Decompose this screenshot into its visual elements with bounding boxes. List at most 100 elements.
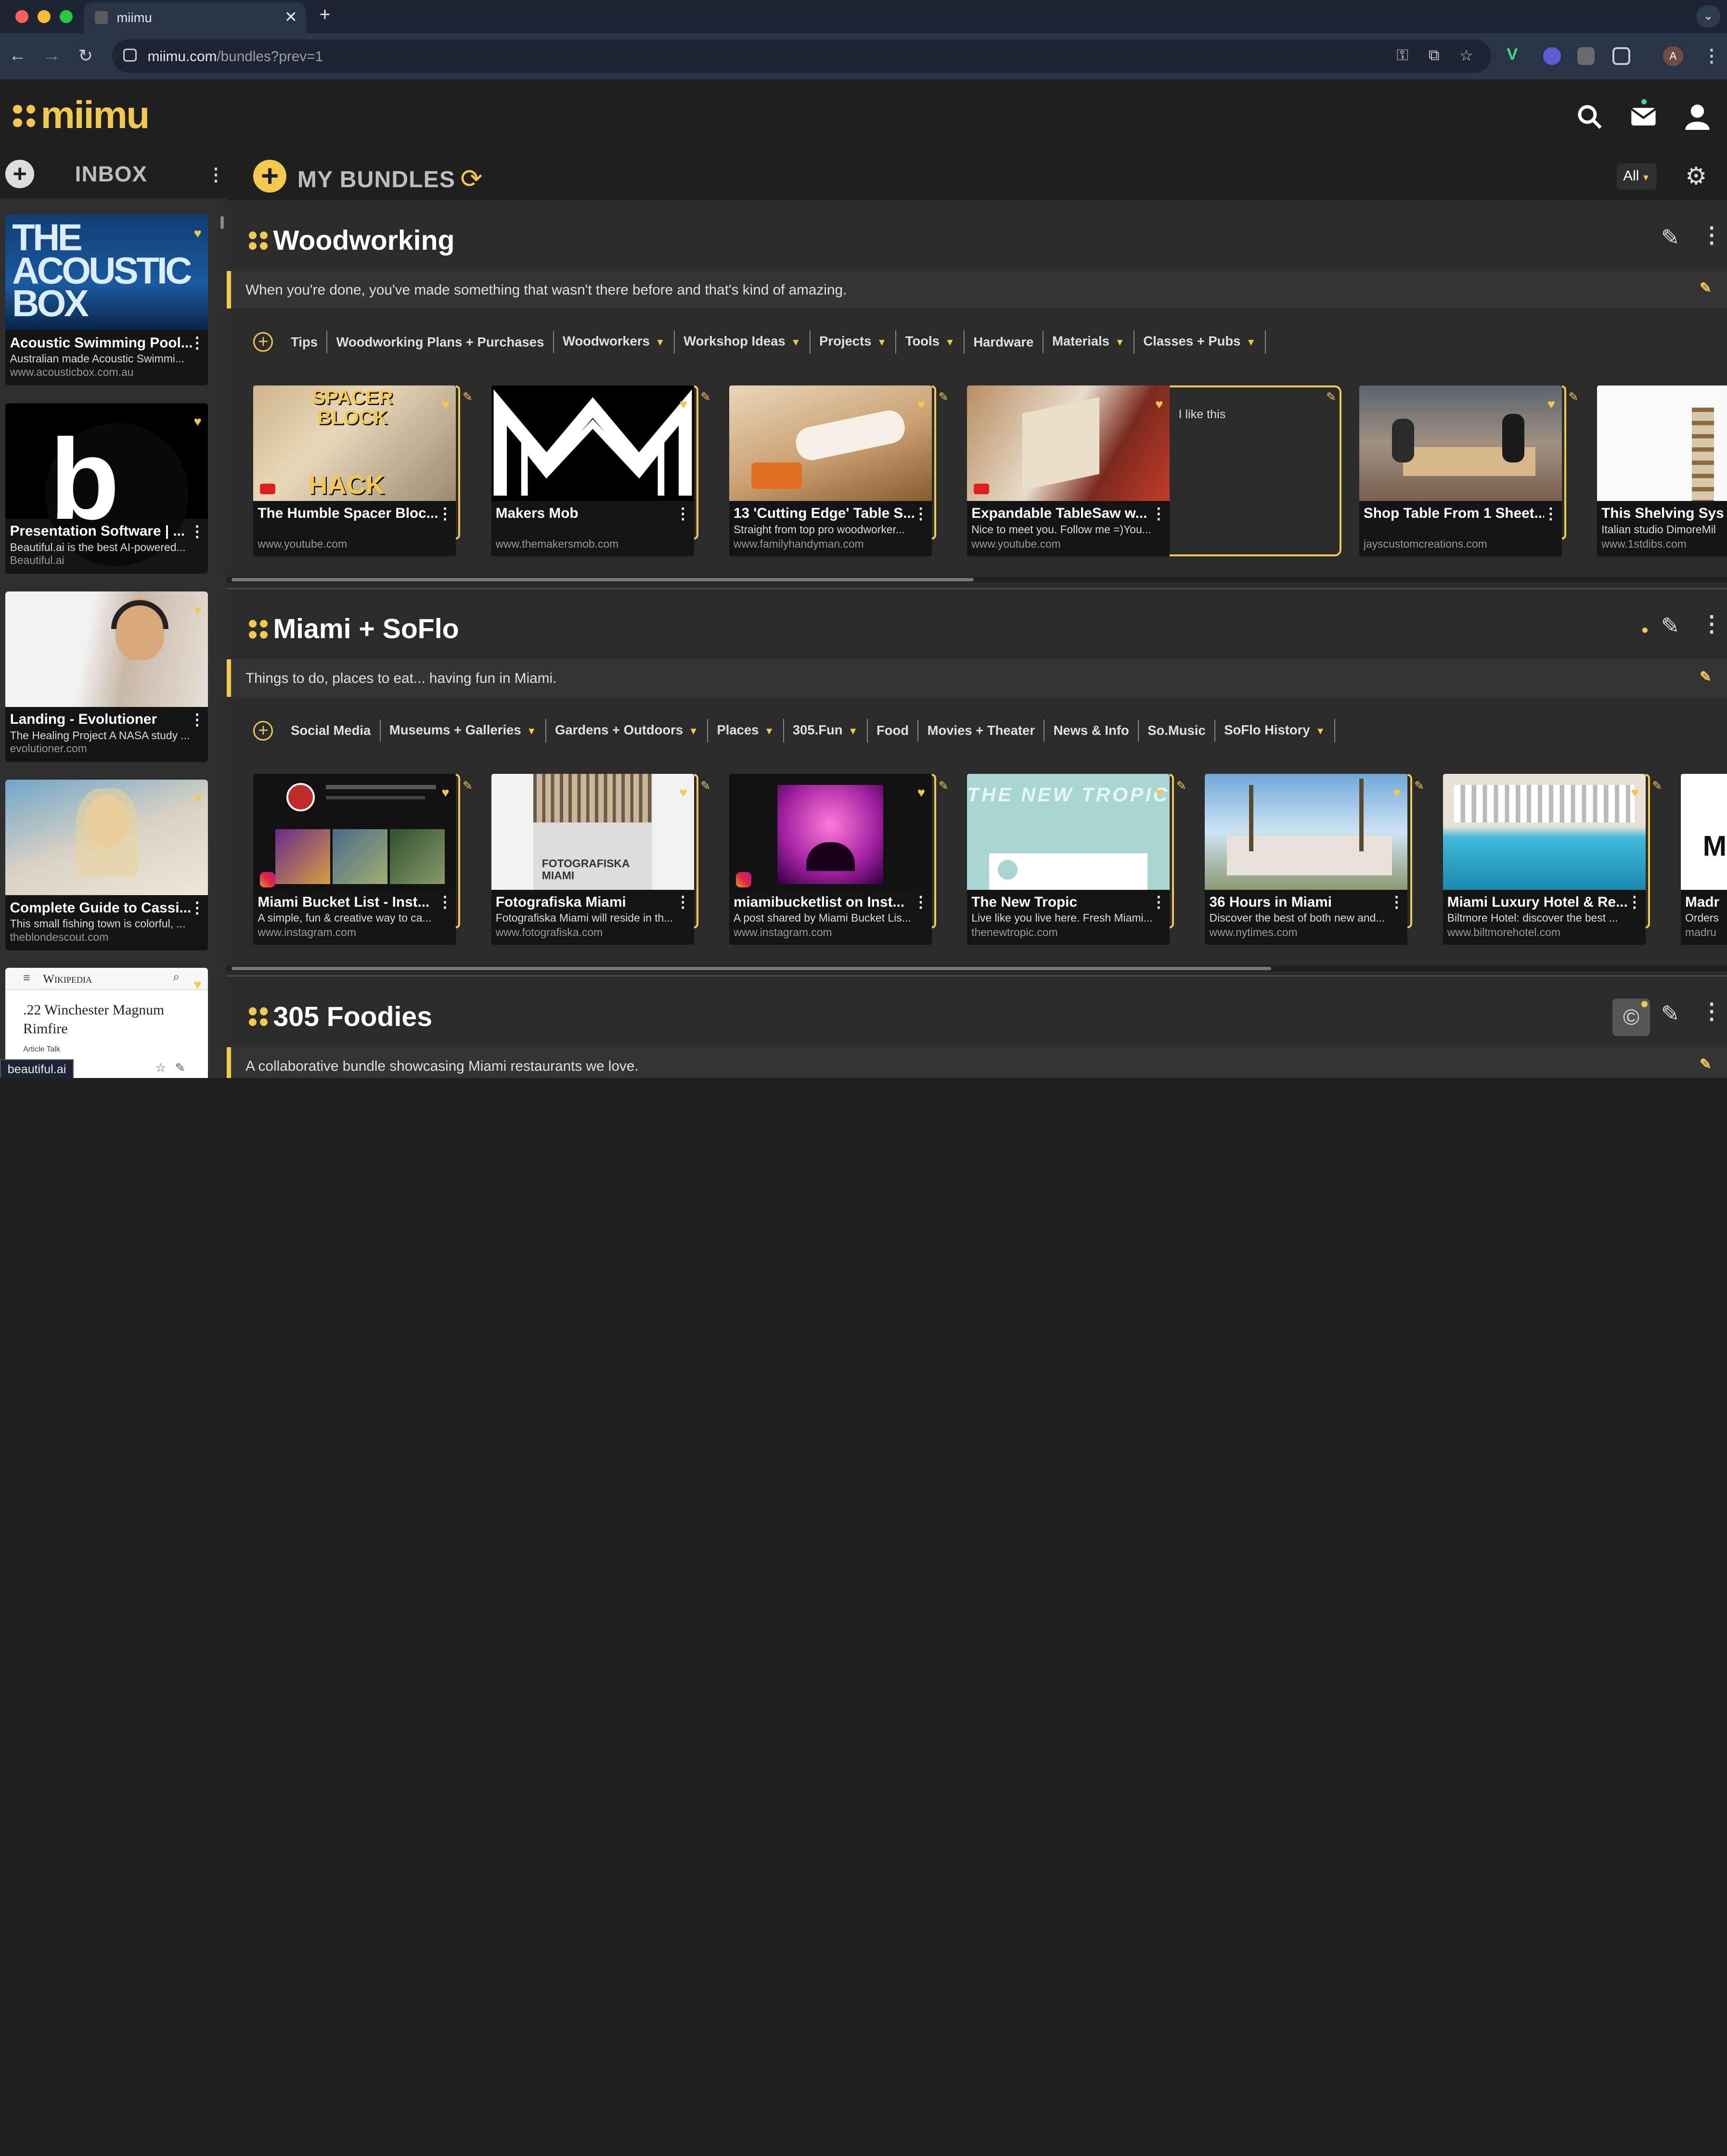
password-key-icon[interactable]: ⚿	[1397, 46, 1408, 64]
address-bar[interactable]: miimu.com/bundles?prev=1 ⚿ ⧉ ☆	[112, 39, 1492, 73]
category-tab[interactable]: Workshop Ideas ▼	[675, 330, 811, 354]
new-tab-button[interactable]: +	[320, 4, 331, 26]
bundle-drag-handle-icon[interactable]	[249, 231, 269, 251]
app-logo[interactable]: miimu	[13, 92, 150, 137]
favorite-heart-icon[interactable]: ♥	[1631, 785, 1639, 800]
card-strip-scrollbar[interactable]	[227, 577, 1727, 583]
browser-tab[interactable]: miimu ✕	[83, 2, 307, 33]
bundle-filter-select[interactable]: All ▼	[1617, 163, 1657, 190]
inbox-card[interactable]: b ♥ Presentation Software | ... Beautifu…	[5, 403, 208, 574]
favorite-heart-icon[interactable]: ♥	[441, 397, 449, 412]
edit-card-icon[interactable]: ✎	[1652, 779, 1662, 793]
edit-card-icon[interactable]: ✎	[939, 779, 949, 793]
edit-description-icon[interactable]: ✎	[1700, 280, 1712, 296]
favorite-heart-icon[interactable]: ♥	[1547, 397, 1555, 412]
search-icon[interactable]	[1576, 103, 1603, 130]
edit-pencil-icon[interactable]: ✎	[175, 1061, 185, 1075]
card-strip-scrollbar[interactable]	[227, 965, 1727, 971]
favorite-heart-icon[interactable]: ♥	[193, 791, 201, 806]
favorite-heart-icon[interactable]: ♥	[917, 397, 925, 412]
refresh-icon[interactable]: ⟳	[460, 163, 482, 194]
favorite-heart-icon[interactable]: ♥	[193, 226, 201, 241]
edit-card-icon[interactable]: ✎	[1176, 779, 1186, 793]
edit-card-icon[interactable]: ✎	[939, 390, 949, 404]
favorite-heart-icon[interactable]: ♥	[193, 603, 201, 618]
edit-bundle-icon[interactable]: ✎	[1661, 225, 1679, 250]
card-menu-icon[interactable]: ⋮	[190, 522, 205, 540]
dropdown-arrow-icon[interactable]: ▼	[655, 337, 665, 348]
bookmark-star-icon[interactable]: ☆	[1459, 46, 1473, 64]
favorite-heart-icon[interactable]: ♥	[1155, 785, 1163, 800]
category-tab[interactable]: Places ▼	[708, 719, 784, 743]
favorite-heart-icon[interactable]: ♥	[441, 785, 449, 800]
card-menu-icon[interactable]: ⋮	[1151, 504, 1166, 523]
edit-description-icon[interactable]: ✎	[1700, 668, 1712, 685]
category-tab[interactable]: Hardware	[965, 331, 1044, 353]
add-category-button[interactable]: +	[253, 332, 273, 352]
close-tab-icon[interactable]: ✕	[284, 8, 297, 26]
category-tab[interactable]: Gardens + Outdoors ▼	[546, 719, 709, 743]
card-menu-icon[interactable]: ⋮	[190, 334, 205, 352]
link-card[interactable]: This Shelving Sys Italian studio DimoreM…	[1597, 385, 1727, 556]
link-card[interactable]: FOTOGRAFISKA MIAMI ♥ Fotografiska Miami …	[491, 774, 694, 945]
dropdown-arrow-icon[interactable]: ▼	[877, 337, 887, 348]
close-window-button[interactable]	[15, 10, 29, 24]
card-menu-icon[interactable]: ⋮	[190, 898, 205, 917]
link-card[interactable]: M Madr Orders madru	[1680, 774, 1727, 945]
url-text[interactable]: miimu.com/bundles?prev=1	[148, 49, 323, 65]
link-card[interactable]: ♥ 13 'Cutting Edge' Table S... Straight …	[729, 385, 932, 556]
favorite-heart-icon[interactable]: ♥	[193, 977, 201, 992]
card-menu-icon[interactable]: ⋮	[437, 504, 452, 523]
inbox-card[interactable]: THE ACOUSTIC BOX ♥ Acoustic Swimming Poo…	[5, 215, 208, 385]
category-tab[interactable]: Museums + Galleries ▼	[381, 719, 546, 743]
dropdown-arrow-icon[interactable]: ▼	[791, 337, 800, 348]
inbox-card[interactable]: ♥ Landing - Evolutioner The Healing Proj…	[5, 591, 208, 762]
edit-card-icon[interactable]: ✎	[463, 779, 473, 793]
favorite-heart-icon[interactable]: ♥	[1155, 397, 1163, 412]
dropdown-arrow-icon[interactable]: ▼	[527, 726, 536, 737]
edit-card-icon[interactable]: ✎	[1414, 779, 1424, 793]
card-menu-icon[interactable]: ⋮	[1151, 893, 1166, 911]
category-tab[interactable]: Woodworkers ▼	[554, 330, 675, 354]
browser-menu-icon[interactable]: ⋮	[1703, 45, 1721, 66]
category-tab[interactable]: 305.Fun ▼	[784, 719, 868, 743]
extensions-puzzle-icon[interactable]	[1612, 47, 1630, 65]
forward-icon[interactable]: →	[43, 45, 61, 65]
card-menu-icon[interactable]: ⋮	[913, 504, 928, 523]
link-card[interactable]: ♥ Shop Table From 1 Sheet... jayscustomc…	[1359, 385, 1562, 556]
category-tab[interactable]: So.Music	[1139, 719, 1215, 742]
reload-icon[interactable]: ↻	[78, 45, 93, 66]
link-card[interactable]: ♥ Miami Luxury Hotel & Re... Biltmore Ho…	[1443, 774, 1646, 945]
dropdown-arrow-icon[interactable]: ▼	[689, 726, 698, 737]
category-tab[interactable]: Movies + Theater	[918, 719, 1045, 742]
settings-gear-icon[interactable]: ⚙	[1685, 162, 1707, 190]
card-menu-icon[interactable]: ⋮	[1389, 893, 1405, 911]
bundle-menu-icon[interactable]: ⋮	[1701, 222, 1723, 248]
card-menu-icon[interactable]: ⋮	[675, 893, 691, 911]
bundle-title[interactable]: Woodworking	[273, 225, 454, 257]
site-info-icon[interactable]	[123, 48, 137, 62]
edit-card-icon[interactable]: ✎	[1326, 390, 1336, 404]
user-account-icon[interactable]	[1684, 103, 1711, 130]
category-tab[interactable]: Materials ▼	[1044, 330, 1135, 354]
favorite-heart-icon[interactable]: ♥	[1393, 785, 1401, 800]
card-menu-icon[interactable]: ⋮	[190, 710, 205, 729]
bundle-title[interactable]: Miami + SoFlo	[273, 613, 459, 645]
back-icon[interactable]: ←	[9, 45, 26, 65]
scrollbar-thumb[interactable]	[231, 966, 1271, 970]
star-icon[interactable]: ☆	[155, 1061, 167, 1075]
card-menu-icon[interactable]: ⋮	[1543, 504, 1559, 523]
category-tab[interactable]: Projects ▼	[811, 330, 897, 354]
category-tab[interactable]: Classes + Pubs ▼	[1134, 330, 1266, 354]
category-tab[interactable]: Food	[868, 719, 919, 742]
edit-bundle-icon[interactable]: ✎	[1661, 613, 1679, 639]
favorite-heart-icon[interactable]: ♥	[917, 785, 925, 800]
maximize-window-button[interactable]	[59, 10, 73, 24]
link-card[interactable]: ♥ Miami Bucket List - Inst... A simple, …	[253, 774, 456, 945]
tab-search-button[interactable]: ⌄	[1696, 5, 1721, 28]
link-card[interactable]: ♥ Makers Mob www.themakersmob.com ⋮	[491, 385, 694, 556]
add-bundle-button[interactable]: +	[253, 160, 286, 193]
category-tab[interactable]: Social Media	[282, 719, 381, 742]
category-tab[interactable]: News & Info	[1044, 719, 1139, 742]
dropdown-arrow-icon[interactable]: ▼	[1246, 337, 1256, 348]
